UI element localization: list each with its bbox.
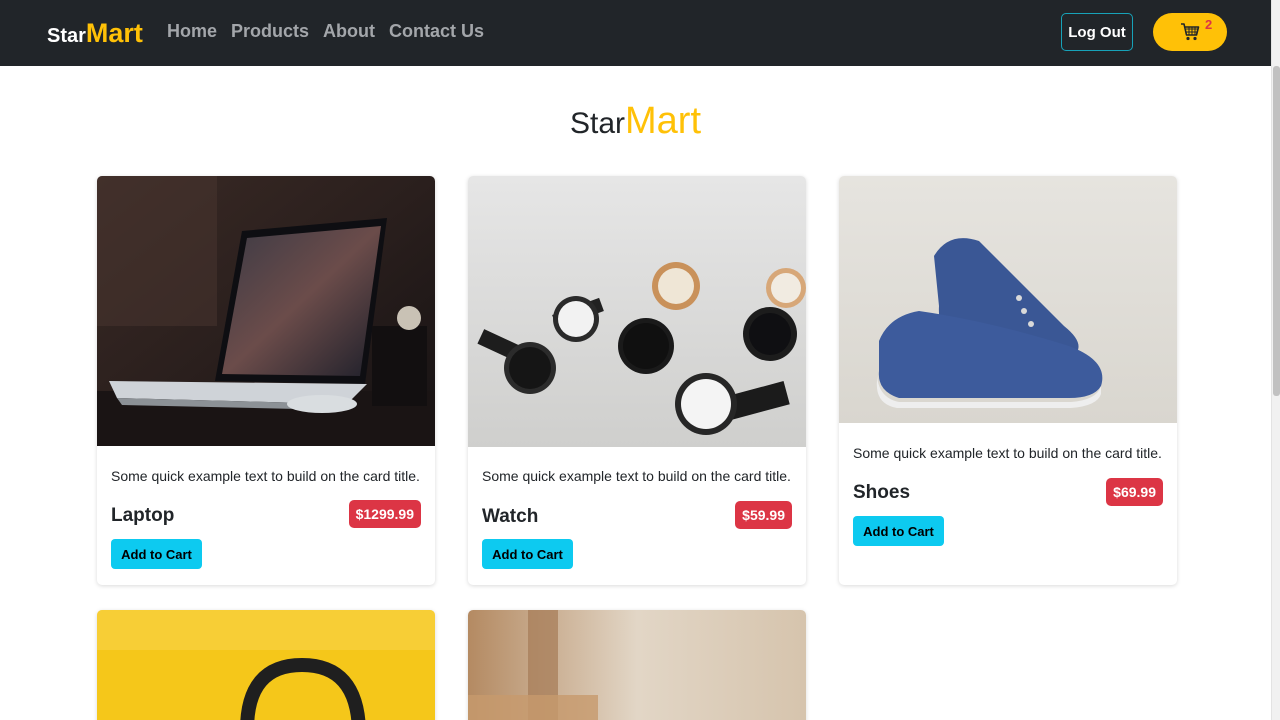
shopping-cart-icon [1180, 23, 1200, 44]
add-to-cart-button[interactable]: Add to Cart [482, 539, 573, 569]
headphones-photo [97, 610, 435, 720]
add-to-cart-button[interactable]: Add to Cart [111, 539, 202, 569]
laptop-photo [97, 176, 435, 446]
page-scrollbar[interactable] [1271, 0, 1280, 720]
card-text: Some quick example text to build on the … [111, 468, 420, 484]
price-badge: $59.99 [735, 501, 792, 529]
card-text: Some quick example text to build on the … [853, 445, 1162, 461]
price-badge: $69.99 [1106, 478, 1163, 506]
nav-link-about[interactable]: About [323, 21, 375, 42]
nav-link-home[interactable]: Home [167, 21, 217, 42]
nav-link-products[interactable]: Products [231, 21, 309, 42]
card-text: Some quick example text to build on the … [482, 468, 791, 484]
logout-button[interactable]: Log Out [1061, 13, 1133, 51]
brand-logo[interactable]: StarMart [47, 18, 143, 49]
cart-count-badge: 2 [1205, 17, 1213, 32]
nav-link-contact-us[interactable]: Contact Us [389, 21, 484, 42]
brand-mart: Mart [85, 18, 143, 48]
product-card-shoes: Some quick example text to build on the … [839, 176, 1177, 585]
product-name: Watch [482, 506, 539, 527]
product-photo [468, 610, 806, 720]
page-title-star: Star [569, 107, 626, 140]
product-card-laptop: Some quick example text to build on the … [97, 176, 435, 585]
nav-links: Home Products About Contact Us [167, 21, 484, 42]
product-card-headphones [97, 610, 435, 720]
product-name: Laptop [111, 505, 175, 526]
add-to-cart-button[interactable]: Add to Cart [853, 516, 944, 546]
product-name: Shoes [853, 482, 911, 503]
shoes-photo [839, 176, 1177, 423]
page-title-mart: Mart [625, 100, 702, 142]
product-card-watch: Some quick example text to build on the … [468, 176, 806, 585]
page-title: StarMart [0, 100, 1271, 143]
navbar: StarMart Home Products About Contact Us … [0, 0, 1271, 66]
product-card-5 [468, 610, 806, 720]
price-badge: $1299.99 [348, 500, 421, 528]
scrollbar-thumb[interactable] [1273, 66, 1280, 396]
cart-button[interactable]: 2 [1153, 13, 1227, 51]
brand-star: Star [47, 25, 86, 47]
watches-photo [468, 176, 806, 447]
